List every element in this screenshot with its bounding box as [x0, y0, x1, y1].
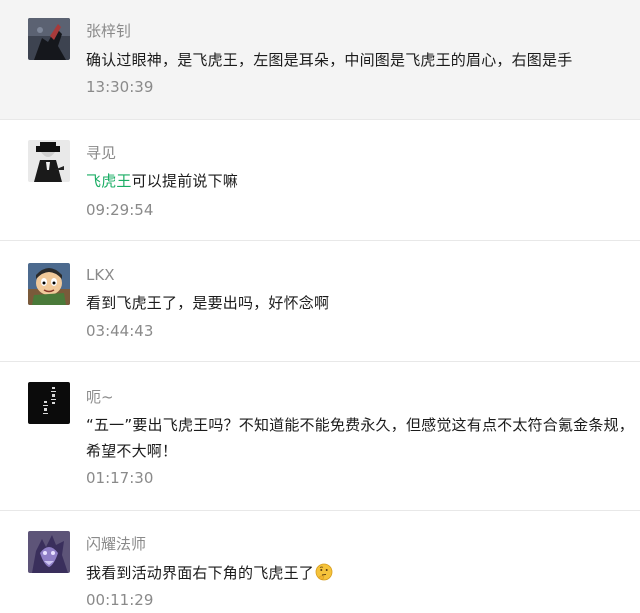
comment-item: 寻见 飞虎王可以提前说下嘛 09:29:54	[0, 120, 640, 241]
thinking-face-emoji	[315, 563, 333, 581]
hat-figure-avatar[interactable]	[28, 140, 70, 182]
mention-link[interactable]: 飞虎王	[86, 172, 132, 190]
comment-time: 01:17:30	[86, 469, 154, 487]
purple-dragon-avatar[interactable]	[28, 531, 70, 573]
dark-silhouette-avatar[interactable]	[28, 18, 70, 60]
comment-text: 看到飞虎王了，是要出吗，好怀念啊	[86, 294, 330, 312]
cartoon-boy-avatar[interactable]	[28, 263, 70, 305]
commenter-name: LKX	[86, 266, 115, 284]
comment-list: 张梓钊 确认过眼神，是飞虎王，左图是耳朵，中间图是飞虎王的眉心，右图是手 13:…	[0, 0, 640, 613]
comment-item: 呃~ “五一”要出飞虎王吗？不知道能不能免费永久，但感觉这有点不太符合氪金条规，…	[0, 362, 640, 511]
commenter-name: 张梓钊	[86, 22, 132, 40]
comment-time: 09:29:54	[86, 201, 154, 219]
comment-text: 飞虎王可以提前说下嘛	[86, 168, 634, 194]
comment-time: 00:11:29	[86, 591, 154, 609]
commenter-name: 呃~	[86, 388, 114, 406]
comment-item: LKX 看到飞虎王了，是要出吗，好怀念啊 03:44:43	[0, 241, 640, 362]
comment-body: 我看到活动界面右下角的飞虎王了	[86, 564, 315, 582]
commenter-name: 寻见	[86, 144, 117, 162]
black-calligraphy-avatar[interactable]	[28, 382, 70, 424]
comment-body: 可以提前说下嘛	[131, 172, 239, 190]
comment-text: 确认过眼神，是飞虎王，左图是耳朵，中间图是飞虎王的眉心，右图是手	[86, 51, 573, 69]
comment-item: 闪耀法师 我看到活动界面右下角的飞虎王了 00:11:29	[0, 511, 640, 613]
comment-item: 张梓钊 确认过眼神，是飞虎王，左图是耳朵，中间图是飞虎王的眉心，右图是手 13:…	[0, 0, 640, 120]
comment-time: 03:44:43	[86, 322, 154, 340]
comment-time: 13:30:39	[86, 78, 154, 96]
commenter-name: 闪耀法师	[86, 535, 147, 553]
comment-text: 我看到活动界面右下角的飞虎王了	[86, 560, 634, 586]
comment-text: “五一”要出飞虎王吗？不知道能不能免费永久，但感觉这有点不太符合氪金条规，希望不…	[86, 416, 634, 460]
